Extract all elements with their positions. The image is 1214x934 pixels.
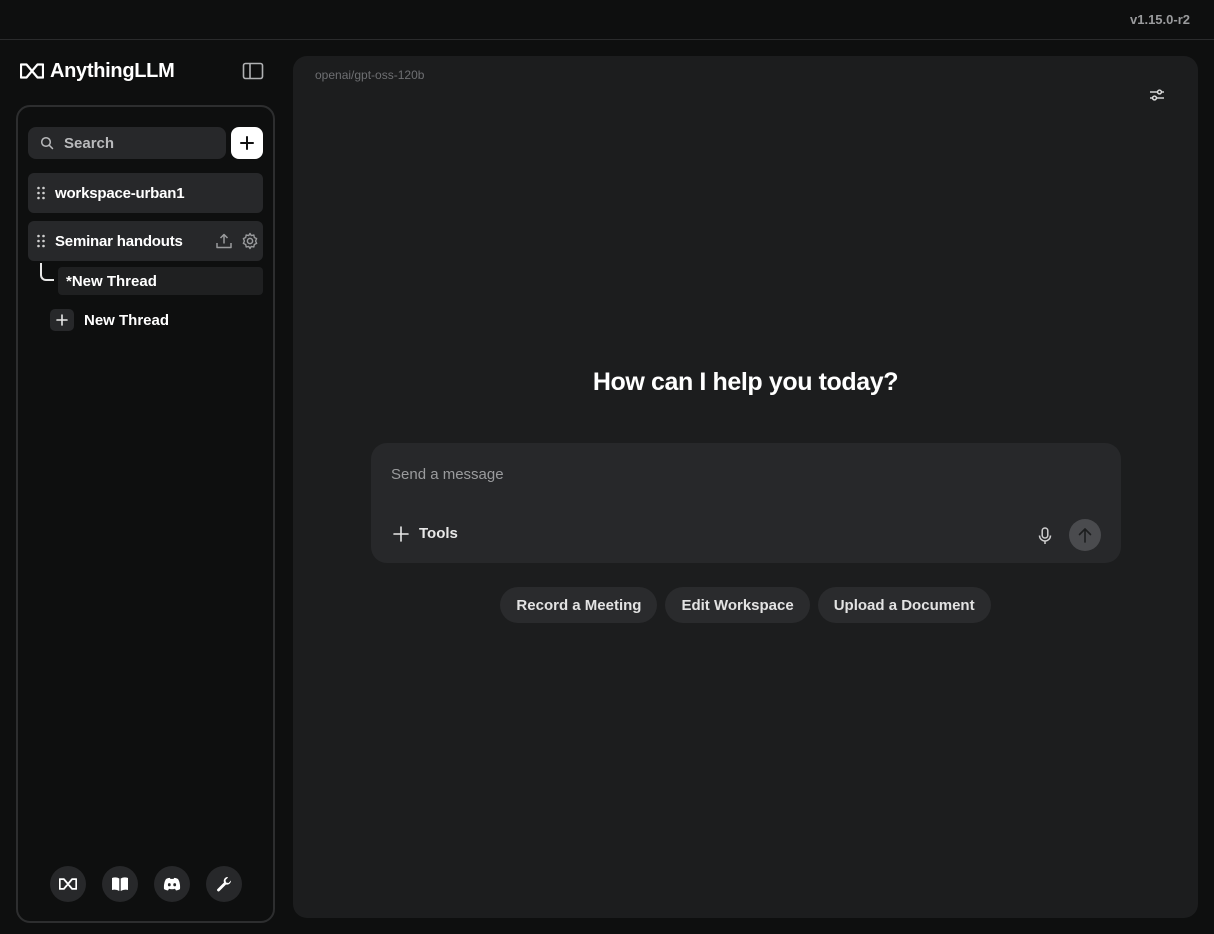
- send-button[interactable]: [1069, 519, 1101, 551]
- discord-button[interactable]: [154, 866, 190, 902]
- arrow-up-icon: [1078, 527, 1092, 543]
- anythingllm-logo-icon: [20, 63, 44, 79]
- wrench-icon: [216, 876, 232, 892]
- chat-settings-button[interactable]: [1146, 84, 1168, 106]
- thread-label: *New Thread: [66, 272, 157, 290]
- plus-icon: [240, 136, 254, 150]
- workspace-label: workspace-urban1: [55, 184, 185, 202]
- upload-icon[interactable]: [215, 231, 233, 251]
- workspace-item-seminar-handouts[interactable]: Seminar handouts: [28, 221, 263, 261]
- new-workspace-button[interactable]: [231, 127, 263, 159]
- upload-document-chip[interactable]: Upload a Document: [817, 587, 991, 623]
- model-label: openai/gpt-oss-120b: [315, 68, 425, 82]
- anythingllm-logo-icon: [59, 878, 77, 890]
- sidebar-toggle-icon: [242, 62, 264, 80]
- plus-icon: [50, 309, 74, 331]
- new-thread-label: New Thread: [84, 311, 170, 329]
- suggestion-chips: Record a Meeting Edit Workspace Upload a…: [293, 587, 1198, 623]
- sidebar-footer: [50, 866, 242, 902]
- chat-panel: openai/gpt-oss-120b How can I help you t…: [293, 56, 1198, 918]
- drag-handle-icon[interactable]: [36, 234, 46, 248]
- workspace-label: Seminar handouts: [55, 232, 183, 250]
- workspace-item-urban1[interactable]: workspace-urban1: [28, 173, 263, 213]
- microphone-button[interactable]: [1035, 525, 1055, 547]
- search-input[interactable]: Search: [28, 127, 226, 159]
- greeting-heading: How can I help you today?: [592, 368, 899, 396]
- message-input[interactable]: [391, 461, 1091, 487]
- edit-workspace-chip[interactable]: Edit Workspace: [665, 587, 810, 623]
- brand: AnythingLLM: [20, 58, 175, 84]
- top-bar: v1.15.0-r2: [0, 0, 1214, 40]
- book-icon: [111, 876, 129, 892]
- gear-icon[interactable]: [241, 231, 259, 251]
- tools-button[interactable]: Tools: [393, 525, 458, 542]
- settings-tools-button[interactable]: [206, 866, 242, 902]
- plus-icon: [393, 525, 409, 542]
- sliders-icon: [1149, 88, 1165, 102]
- new-thread-button[interactable]: New Thread: [50, 309, 169, 331]
- tools-label: Tools: [419, 525, 458, 542]
- record-meeting-chip[interactable]: Record a Meeting: [500, 587, 658, 623]
- microphone-icon: [1038, 527, 1052, 545]
- collapse-sidebar-button[interactable]: [240, 59, 266, 83]
- brand-name: AnythingLLM: [50, 59, 175, 82]
- anythingllm-home-button[interactable]: [50, 866, 86, 902]
- message-composer: Tools: [371, 443, 1121, 563]
- docs-button[interactable]: [102, 866, 138, 902]
- drag-handle-icon[interactable]: [36, 186, 46, 200]
- version-label: v1.15.0-r2: [1130, 12, 1190, 27]
- search-placeholder: Search: [64, 134, 115, 152]
- search-icon: [40, 136, 54, 150]
- thread-item[interactable]: *New Thread: [58, 267, 263, 295]
- discord-icon: [163, 877, 181, 891]
- thread-connector: [40, 263, 54, 281]
- sidebar: Search workspace-urban1 Seminar handouts…: [16, 105, 275, 923]
